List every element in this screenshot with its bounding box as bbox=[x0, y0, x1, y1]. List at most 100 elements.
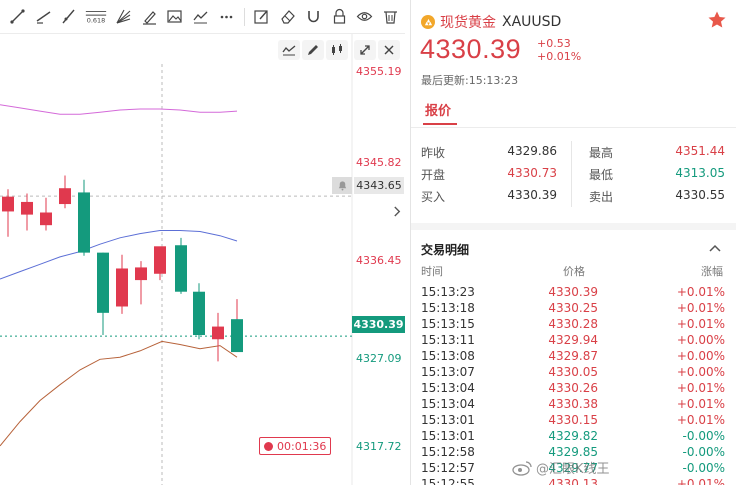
trade-price: 4329.85 bbox=[548, 445, 598, 459]
open-value: 4330.73 bbox=[507, 166, 557, 180]
trade-price: 4330.13 bbox=[548, 477, 598, 485]
draw-pen-icon[interactable] bbox=[302, 40, 324, 60]
candle-body bbox=[59, 188, 71, 205]
trade-price: 4330.15 bbox=[548, 413, 598, 427]
trade-change: +0.00% bbox=[676, 349, 725, 363]
fibonacci-icon[interactable]: 0.618 bbox=[83, 5, 109, 28]
brush-icon[interactable] bbox=[138, 5, 161, 28]
trade-row: 15:13:04 4330.26 +0.01% bbox=[411, 381, 736, 397]
tab-quote[interactable]: 报价 bbox=[425, 100, 451, 119]
candle-body bbox=[175, 245, 187, 292]
trade-change: +0.01% bbox=[676, 381, 725, 395]
price-tick: 4327.09 bbox=[356, 352, 402, 365]
trade-change: -0.00% bbox=[682, 445, 725, 459]
trade-row: 15:13:04 4330.38 +0.01% bbox=[411, 397, 736, 413]
ma-lower-line bbox=[0, 340, 238, 447]
candle-body bbox=[116, 268, 128, 307]
candle-body bbox=[193, 291, 205, 336]
trade-time: 15:12:58 bbox=[421, 445, 475, 459]
chevron-right-icon[interactable] bbox=[390, 202, 404, 220]
col-change-header: 涨幅 bbox=[701, 265, 723, 278]
horizontal-line-icon[interactable] bbox=[32, 5, 55, 28]
candle-body bbox=[40, 212, 52, 226]
candle-style-icon[interactable] bbox=[326, 40, 348, 60]
trade-time: 15:13:07 bbox=[421, 365, 475, 379]
lock-icon[interactable] bbox=[328, 5, 351, 28]
candle-body bbox=[21, 201, 33, 215]
trade-change: -0.00% bbox=[682, 429, 725, 443]
trend-icon[interactable] bbox=[189, 5, 212, 28]
candle-body bbox=[231, 319, 243, 353]
trade-change: +0.01% bbox=[676, 317, 725, 331]
trash-icon[interactable] bbox=[379, 5, 402, 28]
bid-label: 买入 bbox=[421, 190, 446, 204]
chart-pane: 0.618 4355.19 4345.82 4336.45 4327.09 43… bbox=[0, 0, 405, 485]
alert-bell-icon[interactable] bbox=[332, 177, 352, 194]
col-time-header: 时间 bbox=[421, 265, 443, 278]
trade-change: -0.00% bbox=[682, 461, 725, 475]
favorite-star-icon[interactable] bbox=[707, 10, 727, 30]
trade-change: +0.01% bbox=[676, 285, 725, 299]
drawing-toolbar: 0.618 bbox=[0, 0, 405, 34]
last-price-tag: 4330.39 bbox=[352, 316, 405, 333]
trade-price: 4330.39 bbox=[548, 285, 598, 299]
bar-countdown: 00:01:36 bbox=[259, 437, 332, 455]
trade-row: 15:13:18 4330.25 +0.01% bbox=[411, 301, 736, 317]
watermark-text: @汇眼K线王 bbox=[536, 462, 610, 477]
ask-value: 4330.55 bbox=[675, 188, 725, 202]
clock-icon bbox=[264, 441, 273, 451]
candle-body bbox=[2, 196, 14, 212]
eye-icon[interactable] bbox=[354, 5, 377, 28]
change-absolute: +0.53 bbox=[537, 37, 571, 50]
price-change: +0.53 +0.01% bbox=[537, 37, 581, 63]
gold-coin-icon bbox=[421, 15, 435, 29]
chevron-up-icon[interactable] bbox=[708, 241, 722, 255]
line-tool-icon[interactable] bbox=[6, 5, 29, 28]
price-tick: 4336.45 bbox=[356, 254, 402, 267]
candlestick-chart[interactable] bbox=[0, 34, 405, 485]
trade-time: 15:12:55 bbox=[421, 477, 475, 485]
price-tick: 4345.82 bbox=[356, 156, 402, 169]
trade-change: +0.00% bbox=[676, 333, 725, 347]
divider bbox=[571, 141, 572, 207]
trade-row: 15:13:07 4330.05 +0.00% bbox=[411, 365, 736, 381]
trade-price: 4329.82 bbox=[548, 429, 598, 443]
low-label: 最低 bbox=[589, 168, 614, 182]
symbol-code: XAUUSD bbox=[502, 14, 562, 30]
trade-row: 15:13:08 4329.87 +0.00% bbox=[411, 349, 736, 365]
watermark: @汇眼K线王 bbox=[511, 458, 610, 477]
trade-price: 4330.38 bbox=[548, 397, 598, 411]
candle-body bbox=[97, 252, 109, 313]
trade-price: 4329.87 bbox=[548, 349, 598, 363]
candle-body bbox=[212, 326, 224, 340]
edit-icon[interactable] bbox=[251, 5, 274, 28]
ask-label: 卖出 bbox=[589, 190, 614, 204]
section-divider bbox=[411, 223, 736, 230]
divider bbox=[411, 127, 736, 128]
image-icon[interactable] bbox=[163, 5, 186, 28]
expand-icon[interactable] bbox=[354, 40, 376, 60]
toolbar-divider bbox=[243, 7, 245, 26]
trade-row: 15:13:11 4329.94 +0.00% bbox=[411, 333, 736, 349]
prev-close-value: 4329.86 bbox=[507, 144, 557, 158]
change-percent: +0.01% bbox=[537, 50, 582, 63]
ray-icon[interactable] bbox=[57, 5, 80, 28]
indicator-icon[interactable] bbox=[278, 40, 300, 60]
svg-text:0.618: 0.618 bbox=[87, 17, 105, 25]
trade-time: 15:13:01 bbox=[421, 413, 475, 427]
candle-body bbox=[154, 246, 166, 274]
eraser-icon[interactable] bbox=[276, 5, 299, 28]
ma-upper-line bbox=[0, 104, 238, 115]
trade-row: 15:13:23 4330.39 +0.01% bbox=[411, 285, 736, 301]
magnet-icon[interactable] bbox=[302, 5, 325, 28]
trade-row: 15:13:01 4329.82 -0.00% bbox=[411, 429, 736, 445]
trade-change: +0.01% bbox=[676, 413, 725, 427]
trade-change: +0.00% bbox=[676, 365, 725, 379]
more-icon[interactable] bbox=[215, 5, 238, 28]
trade-price: 4329.94 bbox=[548, 333, 598, 347]
fan-icon[interactable] bbox=[112, 5, 135, 28]
close-icon[interactable] bbox=[378, 40, 400, 60]
trade-time: 15:13:08 bbox=[421, 349, 475, 363]
last-price: 4330.39 bbox=[420, 34, 522, 64]
symbol-name: 现货黄金 bbox=[440, 15, 496, 31]
